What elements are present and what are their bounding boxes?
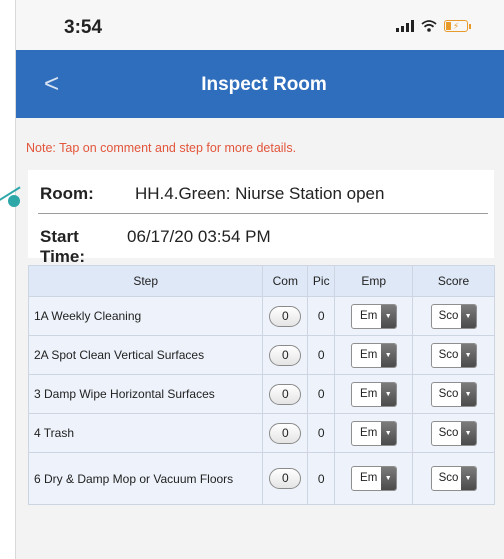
employee-select[interactable]: Em ▼ [350, 466, 397, 491]
column-header-pic: Pic [307, 265, 336, 297]
employee-select[interactable]: Em ▼ [350, 303, 397, 329]
score-select-value: Sco [438, 309, 459, 322]
score-select[interactable]: Sco ▼ [430, 420, 477, 446]
employee-select-value: Em [360, 309, 378, 322]
score-select-value: Sco [438, 426, 459, 439]
score-select[interactable]: Sco ▼ [430, 381, 477, 407]
score-cell: Sco ▼ [412, 296, 495, 336]
comment-count-button[interactable]: 0 [269, 305, 302, 327]
room-row: Room: HH.4.Green: Niurse Station open [40, 184, 384, 204]
employee-select-value: Em [360, 472, 378, 484]
score-cell: Sco ▼ [412, 335, 495, 375]
triangle-down-icon: ▼ [380, 421, 396, 445]
room-value: HH.4.Green: Niurse Station open [135, 184, 385, 203]
employee-select[interactable]: Em ▼ [350, 420, 397, 446]
phone-screen: 3:54 ⚡ < Inspect Room Note: Tap on comme… [15, 0, 504, 559]
employee-cell: Em ▼ [334, 296, 414, 336]
signal-icon [396, 20, 414, 32]
callout-pointer-dot [8, 195, 20, 207]
info-note: Note: Tap on comment and step for more d… [26, 141, 297, 155]
step-name[interactable]: 2A Spot Clean Vertical Surfaces [27, 335, 264, 375]
table-row: 2A Spot Clean Vertical Surfaces 0 0 Em ▼ … [27, 335, 495, 375]
score-cell: Sco ▼ [412, 413, 495, 453]
employee-select-value: Em [360, 348, 378, 361]
comment-cell: 0 [262, 452, 309, 505]
column-header-emp: Emp [334, 265, 414, 297]
triangle-down-icon: ▼ [460, 421, 476, 445]
table-row: 1A Weekly Cleaning 0 0 Em ▼ Sco ▼ [27, 296, 495, 336]
score-select[interactable]: Sco ▼ [430, 466, 477, 491]
triangle-down-icon: ▼ [460, 467, 476, 490]
column-header-step: Step [27, 265, 264, 297]
column-header-score: Score [412, 265, 495, 297]
page-title: Inspect Room [201, 74, 327, 95]
nav-bar: < Inspect Room [16, 50, 504, 118]
start-time-label: Start Time: [40, 227, 86, 266]
score-select[interactable]: Sco ▼ [430, 342, 477, 368]
comment-count-button[interactable]: 0 [269, 422, 302, 444]
triangle-down-icon: ▼ [460, 343, 476, 367]
score-select[interactable]: Sco ▼ [430, 303, 477, 329]
picture-count: 0 [307, 296, 336, 336]
step-name[interactable]: 3 Damp Wipe Horizontal Surfaces [27, 374, 264, 414]
room-info-card: Room: HH.4.Green: Niurse Station open St… [28, 170, 494, 266]
comment-cell: 0 [262, 335, 309, 375]
employee-cell: Em ▼ [334, 335, 414, 375]
comment-cell: 0 [262, 374, 309, 414]
picture-count: 0 [307, 452, 336, 505]
triangle-down-icon: ▼ [380, 382, 396, 406]
triangle-down-icon: ▼ [380, 304, 396, 328]
employee-cell: Em ▼ [334, 452, 414, 505]
steps-table: Step Com Pic Emp Score 1A Weekly Cleanin… [27, 265, 495, 505]
triangle-down-icon: ▼ [460, 382, 476, 406]
comment-cell: 0 [262, 296, 309, 336]
employee-cell: Em ▼ [334, 413, 414, 453]
employee-select-value: Em [360, 426, 378, 439]
table-row: 6 Dry & Damp Mop or Vacuum Floors 0 0 Em… [27, 452, 495, 505]
table-row: 4 Trash 0 0 Em ▼ Sco ▼ [27, 413, 495, 453]
comment-cell: 0 [262, 413, 309, 453]
employee-select-value: Em [360, 387, 378, 400]
picture-count: 0 [307, 335, 336, 375]
comment-count-button[interactable]: 0 [269, 383, 302, 405]
column-header-com: Com [262, 265, 309, 297]
triangle-down-icon: ▼ [460, 304, 476, 328]
wifi-icon [421, 20, 437, 32]
step-name[interactable]: 1A Weekly Cleaning [27, 296, 264, 336]
employee-select[interactable]: Em ▼ [350, 342, 397, 368]
status-time: 3:54 [64, 17, 103, 38]
picture-count: 0 [307, 374, 336, 414]
score-select-value: Sco [438, 472, 459, 484]
step-name[interactable]: 4 Trash [27, 413, 264, 453]
employee-select[interactable]: Em ▼ [350, 381, 397, 407]
status-icons: ⚡ [396, 20, 471, 32]
status-bar: 3:54 ⚡ [16, 0, 504, 50]
table-header-row: Step Com Pic Emp Score [27, 265, 495, 297]
triangle-down-icon: ▼ [380, 467, 396, 490]
score-cell: Sco ▼ [412, 452, 495, 505]
picture-count: 0 [307, 413, 336, 453]
table-row: 3 Damp Wipe Horizontal Surfaces 0 0 Em ▼ … [27, 374, 495, 414]
score-cell: Sco ▼ [412, 374, 495, 414]
start-time-value: 06/17/20 03:54 PM [127, 227, 271, 246]
room-label: Room: [40, 184, 94, 203]
start-time-row: Start Time: 06/17/20 03:54 PM [40, 227, 271, 267]
triangle-down-icon: ▼ [380, 343, 396, 367]
step-name[interactable]: 6 Dry & Damp Mop or Vacuum Floors [27, 452, 264, 505]
score-select-value: Sco [438, 348, 459, 361]
divider [38, 213, 488, 214]
score-select-value: Sco [438, 387, 459, 400]
employee-cell: Em ▼ [334, 374, 414, 414]
battery-charging-icon: ⚡ [444, 20, 471, 32]
comment-count-button[interactable]: 0 [269, 468, 302, 489]
comment-count-button[interactable]: 0 [269, 344, 302, 366]
